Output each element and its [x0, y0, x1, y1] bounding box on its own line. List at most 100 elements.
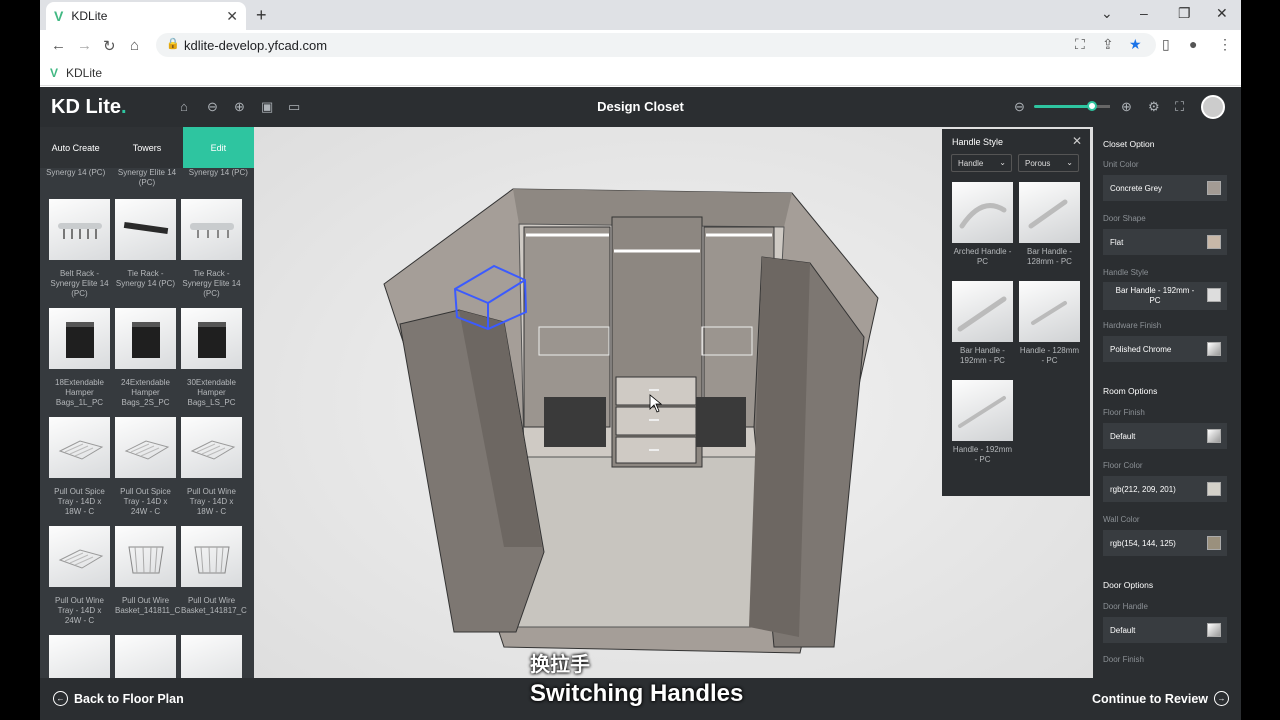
- color-swatch: [1207, 536, 1221, 550]
- product-item[interactable]: Pull Out Spice Tray - 14D x 18W - C: [49, 417, 110, 526]
- handle-option[interactable]: Handle - 128mm - PC: [1019, 281, 1080, 380]
- window-close-icon[interactable]: ✕: [1216, 5, 1228, 22]
- product-item[interactable]: 24Extendable Hamper Bags_2S_PC: [115, 308, 176, 417]
- bar-handle-thumbnail: [1019, 182, 1080, 243]
- tab-close-icon[interactable]: ✕: [226, 8, 238, 25]
- options-panel: Closet Option Unit Color Concrete Grey D…: [1093, 127, 1241, 678]
- tab-auto-create[interactable]: Auto Create: [40, 127, 112, 168]
- product-item[interactable]: Pull Out Wire Basket_141817_C: [181, 526, 247, 635]
- reload-icon[interactable]: ↻: [103, 37, 116, 55]
- finish-swatch: [1207, 342, 1221, 356]
- new-tab-icon[interactable]: +: [256, 5, 267, 26]
- door-shape-field[interactable]: Flat: [1103, 229, 1227, 255]
- handle-option[interactable]: Bar Handle - 128mm - PC: [1019, 182, 1080, 281]
- product-item[interactable]: Belt Rack - Synergy Elite 14 (PC): [49, 199, 110, 308]
- restore-icon[interactable]: ❐: [1178, 5, 1191, 22]
- handle-thumbnail: [952, 380, 1013, 441]
- section-closet-option: Closet Option: [1103, 139, 1155, 149]
- product-row-partial: Synergy 14 (PC) Synergy Elite 14 (PC) Sy…: [40, 168, 254, 188]
- door-handle-field[interactable]: Default: [1103, 617, 1227, 643]
- settings-icon[interactable]: ⚙: [1148, 99, 1160, 115]
- product-item[interactable]: [49, 635, 110, 678]
- profile-icon[interactable]: ●: [1189, 36, 1197, 52]
- handle-type-select[interactable]: Handle ⌄: [951, 154, 1012, 172]
- side-panel-icon[interactable]: ▯: [1162, 36, 1170, 53]
- url-field[interactable]: 🔒 kdlite-develop.yfcad.com: [156, 33, 1156, 57]
- handle-style-field[interactable]: Bar Handle - 192mm - PC: [1103, 282, 1227, 310]
- spice-tray-thumbnail: [49, 417, 110, 478]
- finish-swatch: [1207, 429, 1221, 443]
- product-item[interactable]: Tie Rack - Synergy 14 (PC): [115, 199, 176, 308]
- product-item[interactable]: 18Extendable Hamper Bags_1L_PC: [49, 308, 110, 417]
- back-icon[interactable]: ←: [51, 37, 66, 54]
- wire-basket-thumbnail: [115, 526, 176, 587]
- app-header: KD Lite. ⌂ ⊖ ⊕ ▣ ▭ Design Closet ⊖ ⊕ ⚙ ⛶: [40, 87, 1241, 127]
- url-text: kdlite-develop.yfcad.com: [184, 37, 328, 53]
- wall-color-label: Wall Color: [1103, 515, 1140, 524]
- translate-icon[interactable]: ⛶: [1075, 36, 1085, 53]
- product-item[interactable]: Pull Out Wine Tray - 14D x 18W - C: [181, 417, 242, 526]
- bookmark-star-icon[interactable]: ★: [1129, 36, 1142, 53]
- tab-towers[interactable]: Towers: [111, 127, 183, 168]
- vue-logo-icon: V: [54, 8, 64, 24]
- back-to-floor-plan-button[interactable]: ← Back to Floor Plan: [53, 691, 184, 706]
- spice-tray-thumbnail: [115, 417, 176, 478]
- avatar[interactable]: [1201, 95, 1225, 119]
- product-label: Synergy 14 (PC): [46, 168, 106, 177]
- hamper-thumbnail: [181, 308, 242, 369]
- fullscreen-icon[interactable]: ⛶: [1175, 99, 1184, 115]
- floor-finish-field[interactable]: Default: [1103, 423, 1227, 449]
- arched-handle-thumbnail: [952, 182, 1013, 243]
- wire-basket-thumbnail: [115, 635, 176, 678]
- product-item[interactable]: Pull Out Spice Tray - 14D x 24W - C: [115, 417, 176, 526]
- unit-color-field[interactable]: Concrete Grey: [1103, 175, 1227, 201]
- product-item[interactable]: Pull Out Wire Basket_141811_C: [115, 526, 180, 635]
- door-shape-label: Door Shape: [1103, 214, 1146, 223]
- belt-rack-thumbnail: [49, 199, 110, 260]
- arrow-left-icon: ←: [53, 691, 68, 706]
- handle-option[interactable]: Bar Handle - 192mm - PC: [952, 281, 1013, 380]
- continue-to-review-button[interactable]: Continue to Review →: [1092, 691, 1229, 706]
- hardware-finish-field[interactable]: Polished Chrome: [1103, 336, 1227, 362]
- browser-tab[interactable]: V KDLite ✕: [46, 2, 246, 30]
- wire-basket-thumbnail: [181, 635, 242, 678]
- tab-edit[interactable]: Edit: [182, 127, 254, 168]
- product-item[interactable]: 30Extendable Hamper Bags_LS_PC: [181, 308, 242, 417]
- wall-color-field[interactable]: rgb(154, 144, 125): [1103, 530, 1227, 556]
- handle-finish-select[interactable]: Porous ⌄: [1018, 154, 1079, 172]
- hamper-thumbnail: [115, 308, 176, 369]
- zoom-slider-fill: [1034, 105, 1094, 108]
- product-item[interactable]: Pull Out Wine Tray - 14D x 24W - C: [49, 526, 110, 635]
- home-icon[interactable]: ⌂: [130, 37, 139, 54]
- menu-icon[interactable]: ⋮: [1218, 36, 1232, 53]
- close-icon[interactable]: ✕: [1072, 134, 1082, 148]
- forward-icon[interactable]: →: [77, 37, 92, 54]
- handle-style-popup: Handle Style ✕ Handle ⌄ Porous ⌄ Arched Ha…: [942, 129, 1090, 496]
- subtitle-english: Switching Handles: [530, 680, 744, 707]
- product-label: Synergy 14 (PC): [188, 168, 248, 177]
- minimize-icon[interactable]: –: [1140, 5, 1148, 21]
- arrow-right-icon: →: [1214, 691, 1229, 706]
- product-label: Synergy Elite 14 (PC): [117, 168, 177, 187]
- handle-option[interactable]: Handle - 192mm - PC: [952, 380, 1013, 479]
- handle-option[interactable]: Arched Handle - PC: [952, 182, 1013, 281]
- handle-swatch: [1207, 288, 1221, 302]
- product-item[interactable]: [181, 635, 242, 678]
- share-icon[interactable]: ⇪: [1102, 36, 1114, 53]
- zoom-slider-handle[interactable]: [1087, 101, 1097, 111]
- product-grid: Belt Rack - Synergy Elite 14 (PC) Tie Ra…: [49, 199, 249, 678]
- floor-color-label: Floor Color: [1103, 461, 1143, 470]
- product-item[interactable]: Tie Rack - Synergy Elite 14 (PC): [181, 199, 242, 308]
- lock-icon: 🔒: [166, 38, 180, 50]
- wine-tray-thumbnail: [49, 526, 110, 587]
- floor-color-field[interactable]: rgb(212, 209, 201): [1103, 476, 1227, 502]
- hamper-thumbnail: [49, 308, 110, 369]
- zoom-out-icon[interactable]: ⊖: [1014, 99, 1025, 115]
- section-door-options: Door Options: [1103, 580, 1154, 590]
- bookmark-kdlite[interactable]: KDLite: [66, 66, 102, 80]
- tab-search-icon[interactable]: ⌄: [1101, 5, 1113, 22]
- unit-color-label: Unit Color: [1103, 160, 1139, 169]
- color-swatch: [1207, 181, 1221, 195]
- zoom-in-icon[interactable]: ⊕: [1121, 99, 1132, 115]
- product-item[interactable]: [115, 635, 176, 678]
